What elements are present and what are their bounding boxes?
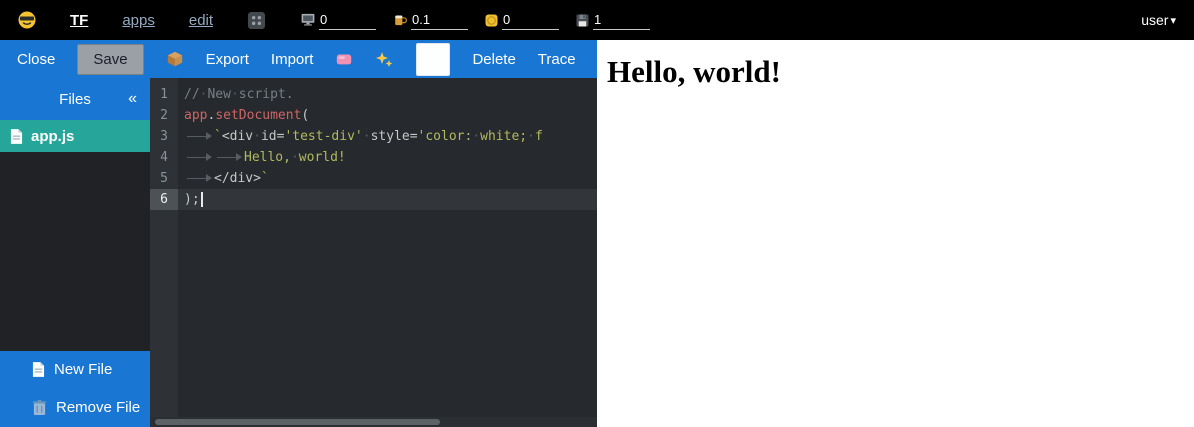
stat-monitor: 0 [300, 11, 376, 30]
text-cursor [201, 192, 203, 207]
code-line: ); [178, 189, 597, 210]
remove-file-label: Remove File [56, 399, 140, 416]
file-item-appjs[interactable]: app.js [0, 120, 150, 152]
floppy-icon [575, 13, 590, 28]
tab-whitespace-marker [184, 147, 214, 168]
save-button[interactable]: Save [77, 44, 143, 75]
grid-icon[interactable] [247, 11, 266, 30]
line-number: 3 [150, 126, 178, 147]
trash-icon [32, 399, 47, 416]
user-menu[interactable]: user ▾ [1141, 12, 1176, 28]
stat-field-monitor[interactable]: 0 [319, 12, 376, 30]
new-file-button[interactable]: New File [0, 351, 150, 388]
line-number: 4 [150, 147, 178, 168]
editor-gutter: 123456 [150, 78, 178, 427]
collapse-panel-icon[interactable]: « [128, 90, 137, 108]
editor-toolbar: Close Save Export Import [0, 40, 597, 78]
stat-field-floppy[interactable]: 1 [593, 12, 650, 30]
remove-file-button[interactable]: Remove File [0, 388, 150, 427]
smiley-icon[interactable] [18, 11, 36, 29]
files-sidebar: Files « app.js [0, 78, 150, 427]
soap-icon[interactable] [335, 50, 353, 68]
export-button[interactable]: Export [206, 51, 249, 68]
stat-floppy: 1 [575, 12, 650, 30]
delete-button[interactable]: Delete [472, 51, 515, 68]
editor-body: Files « app.js [0, 78, 597, 427]
line-number: 2 [150, 105, 178, 126]
code-editor[interactable]: 123456 //·New·script.app.setDocument(`<d… [150, 78, 597, 427]
tab-whitespace-marker [184, 168, 214, 189]
horizontal-scrollbar-track[interactable] [150, 417, 597, 427]
preview-heading: Hello, world! [607, 54, 1194, 90]
code-line: //·New·script. [178, 84, 597, 105]
close-button[interactable]: Close [17, 51, 55, 68]
sidebar-filler [0, 152, 150, 351]
file-name: app.js [31, 128, 74, 145]
code-lines[interactable]: //·New·script.app.setDocument(`<div·id='… [178, 78, 597, 427]
horizontal-scrollbar-thumb[interactable] [155, 419, 440, 425]
app-preview: Hello, world! [597, 40, 1194, 427]
brand-link[interactable]: TF [70, 12, 88, 29]
ide-panel: Close Save Export Import [0, 40, 597, 427]
tab-whitespace-marker [184, 126, 214, 147]
stat-coin: 0 [484, 12, 559, 30]
trace-button[interactable]: Trace [538, 51, 576, 68]
new-file-icon [32, 362, 45, 377]
line-number: 1 [150, 84, 178, 105]
files-panel-title: Files [59, 91, 91, 108]
new-file-label: New File [54, 361, 112, 378]
line-number: 5 [150, 168, 178, 189]
topbar: TF apps edit 0 [0, 0, 1194, 40]
monitor-icon [300, 11, 316, 28]
blank-swatch-button[interactable] [416, 43, 450, 76]
sparkles-icon[interactable] [375, 51, 394, 68]
coin-icon [484, 13, 499, 28]
code-line: Hello,·world! [178, 147, 597, 168]
caret-down-icon: ▾ [1170, 14, 1176, 27]
import-button[interactable]: Import [271, 51, 314, 68]
file-icon [10, 129, 23, 144]
package-icon[interactable] [166, 50, 184, 68]
files-header: Files « [0, 78, 150, 120]
nav-link-edit[interactable]: edit [189, 12, 213, 29]
beer-icon [392, 11, 408, 28]
nav-link-apps[interactable]: apps [122, 12, 155, 29]
user-menu-label: user [1141, 12, 1168, 28]
stat-beer: 0.1 [392, 11, 468, 30]
stat-field-beer[interactable]: 0.1 [411, 12, 468, 30]
code-line: </div>` [178, 168, 597, 189]
stats-group: 0 0.1 0 [300, 11, 650, 30]
tab-whitespace-marker [214, 147, 244, 168]
workspace: Close Save Export Import [0, 40, 1194, 427]
topbar-left: TF apps edit 0 [18, 11, 650, 30]
code-line: app.setDocument( [178, 105, 597, 126]
stat-field-coin[interactable]: 0 [502, 12, 559, 30]
line-number: 6 [150, 189, 178, 210]
code-line: `<div·id='test-div'·style='color:·white;… [178, 126, 597, 147]
